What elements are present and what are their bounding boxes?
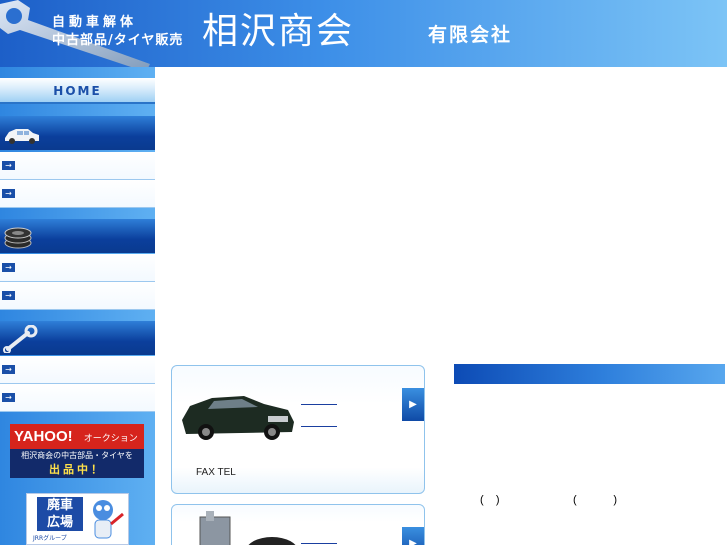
sidebar-link-tires-2[interactable]: → (0, 282, 155, 310)
fax-tel-label: FAX TEL (196, 467, 236, 478)
card-next-arrow[interactable]: ▶ (402, 388, 424, 421)
card-link-2[interactable] (301, 426, 337, 427)
sidebar-section-cars (0, 116, 155, 150)
yahoo-auction-banner[interactable]: YAHOO! オークション 相沢商会の中古部品・タイヤを 出品中！ (10, 424, 144, 478)
card2-link-1[interactable] (301, 543, 337, 544)
sidebar-link-parts-1[interactable]: → (0, 356, 155, 384)
info-title-bar (454, 364, 725, 384)
yahoo-banner-caption: 相沢商会の中古部品・タイヤを (21, 451, 133, 460)
sidebar-link-cars-2[interactable]: → (0, 180, 155, 208)
sidebar-link-parts-2[interactable]: → (0, 384, 155, 412)
sidebar-link-tires-1[interactable]: → (0, 254, 155, 282)
engine-and-tire-image (199, 511, 296, 545)
company-type: 有限会社 (428, 24, 513, 46)
mascot-icon (93, 500, 124, 539)
arrow-right-icon: → (2, 393, 15, 402)
sidebar-section-parts (0, 321, 155, 355)
company-name: 相沢商会 (202, 11, 355, 52)
used-parts-card: ▶ (171, 504, 425, 545)
haisha-caption: JRRグループ (33, 535, 67, 542)
home-button[interactable]: HOME (0, 78, 155, 104)
arrow-right-icon: → (2, 291, 15, 300)
wrench-icon (3, 325, 38, 353)
header-subtitle-line2: 中古部品/タイヤ販売 (52, 33, 184, 48)
haisha-title-line1: 廃車 (46, 498, 73, 513)
site-header: 自動車解体 中古部品/タイヤ販売 相沢商会 有限会社 (0, 0, 727, 67)
page: 自動車解体 中古部品/タイヤ販売 相沢商会 有限会社 HOME → → → → (0, 0, 727, 545)
haisha-hiroba-banner[interactable]: 廃車 広場 JRRグループ (26, 493, 129, 545)
tire-icon (4, 227, 32, 249)
sidebar-section-tires (0, 219, 155, 253)
yahoo-service-label: オークション (83, 434, 138, 444)
sidebar-link-cars-1[interactable]: → (0, 152, 155, 180)
paren-text-right: ( ) (573, 494, 617, 506)
header-subtitle-line1: 自動車解体 (52, 15, 138, 30)
arrow-right-icon: → (2, 365, 15, 374)
used-car-card: ▶ FAX TEL (171, 365, 425, 494)
card2-next-arrow[interactable]: ▶ (402, 527, 424, 545)
sedan-car-image (182, 396, 294, 440)
paren-text-left: ( ) (480, 494, 500, 506)
yahoo-banner-headline: 出品中！ (49, 463, 105, 476)
haisha-title-line2: 広場 (46, 515, 73, 530)
card-link-1[interactable] (301, 404, 337, 405)
arrow-right-icon: → (2, 189, 15, 198)
arrow-right-icon: → (2, 161, 15, 170)
arrow-right-icon: → (2, 263, 15, 272)
car-icon (5, 129, 39, 144)
yahoo-logo: YAHOO! (14, 428, 73, 445)
